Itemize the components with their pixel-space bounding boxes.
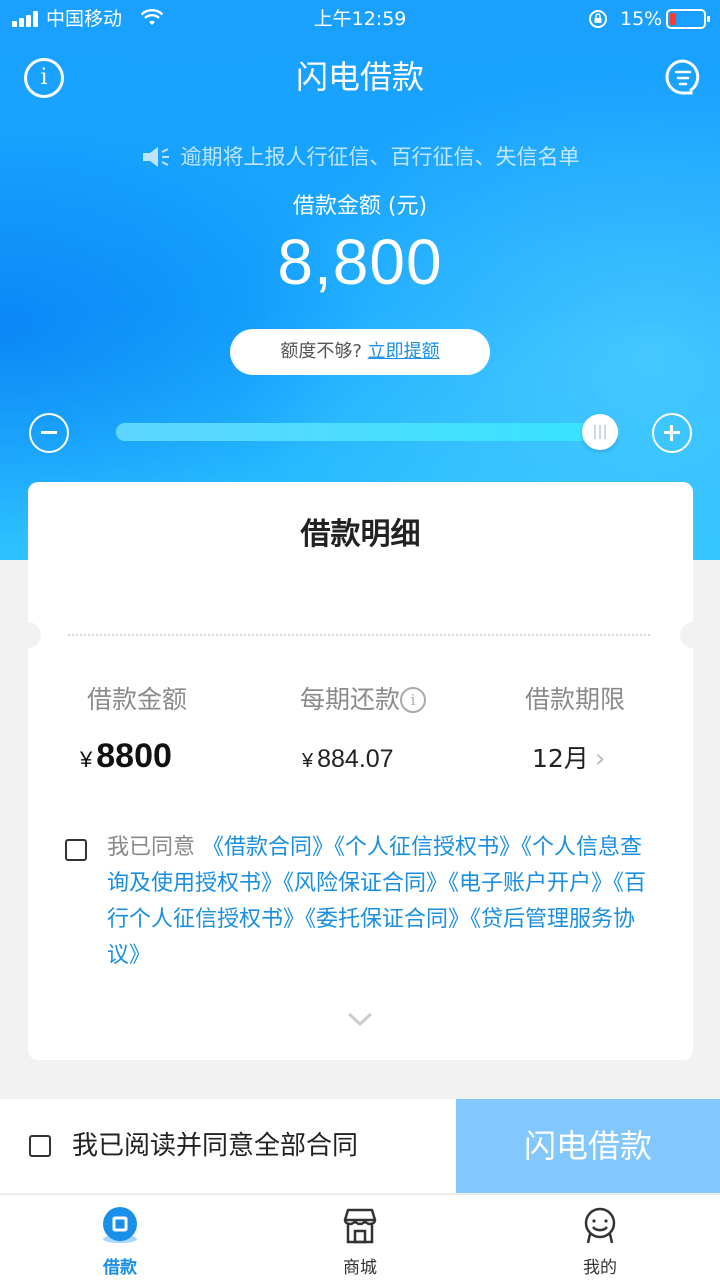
monthly-payment-column-label: 每期还款 i <box>240 682 460 718</box>
raise-limit-link[interactable]: 立即提额 <box>368 341 440 362</box>
decrease-amount-button[interactable] <box>29 413 69 453</box>
overdue-notice: 逾期将上报人行征信、百行征信、失信名单 <box>0 142 720 172</box>
term-value: 12月 <box>532 744 589 773</box>
card-notch-left <box>15 622 41 648</box>
amount-column-label: 借款金额 <box>86 685 187 714</box>
rotation-lock-icon <box>589 10 607 28</box>
loan-icon <box>103 1207 137 1243</box>
page-title: 闪电借款 <box>295 58 424 96</box>
shop-icon <box>343 1208 377 1244</box>
profile-icon <box>584 1207 616 1244</box>
monthly-payment-value: ¥884.07 <box>302 745 394 773</box>
card-title: 借款明细 <box>300 517 421 552</box>
amount-slider-handle[interactable] <box>581 414 618 450</box>
notice-text: 逾期将上报人行征信、百行征信、失信名单 <box>180 145 580 169</box>
agree-prefix: 我已同意 <box>107 835 196 860</box>
amount-value: ¥8800 <box>80 737 172 775</box>
customer-service-icon[interactable] <box>664 58 702 98</box>
increase-amount-button[interactable] <box>652 413 692 453</box>
tab-loan[interactable] <box>100 1206 140 1246</box>
battery-icon <box>666 9 710 29</box>
loan-amount-label: 借款金额 (元) <box>292 194 428 219</box>
agree-all-checkbox[interactable] <box>29 1135 51 1157</box>
chevron-down-icon[interactable] <box>346 1010 374 1028</box>
contracts-agreement: 我已同意 《借款合同》《个人征信授权书》《个人信息查询及使用授权书》《风险保证合… <box>107 830 652 974</box>
agree-all-label[interactable]: 我已阅读并同意全部合同 <box>72 1127 358 1165</box>
submit-loan-button[interactable]: 闪电借款 <box>456 1099 720 1193</box>
tab-profile-label[interactable]: 我的 <box>540 1256 660 1280</box>
chevron-right-icon: › <box>594 744 606 774</box>
contracts-checkbox[interactable] <box>65 839 87 861</box>
tab-profile[interactable] <box>580 1206 620 1246</box>
loan-amount-value: 8,800 <box>277 226 443 298</box>
tab-loan-label[interactable]: 借款 <box>60 1256 180 1280</box>
payment-info-icon[interactable]: i <box>400 687 426 713</box>
term-column-label: 借款期限 <box>524 685 625 714</box>
status-time: 上午12:59 <box>313 8 407 30</box>
amount-slider-fill <box>116 423 600 441</box>
card-divider <box>68 634 650 636</box>
raise-limit-button[interactable]: 额度不够? 立即提额 <box>230 329 490 375</box>
minus-icon <box>41 431 57 434</box>
speaker-icon <box>142 147 169 167</box>
raise-limit-prefix: 额度不够? <box>280 341 362 362</box>
battery-percent: 15% <box>620 8 663 30</box>
tab-shop-label[interactable]: 商城 <box>300 1256 420 1280</box>
term-selector[interactable]: 12月 › <box>532 740 605 778</box>
tab-shop[interactable] <box>340 1206 380 1246</box>
card-notch-right <box>680 622 706 648</box>
